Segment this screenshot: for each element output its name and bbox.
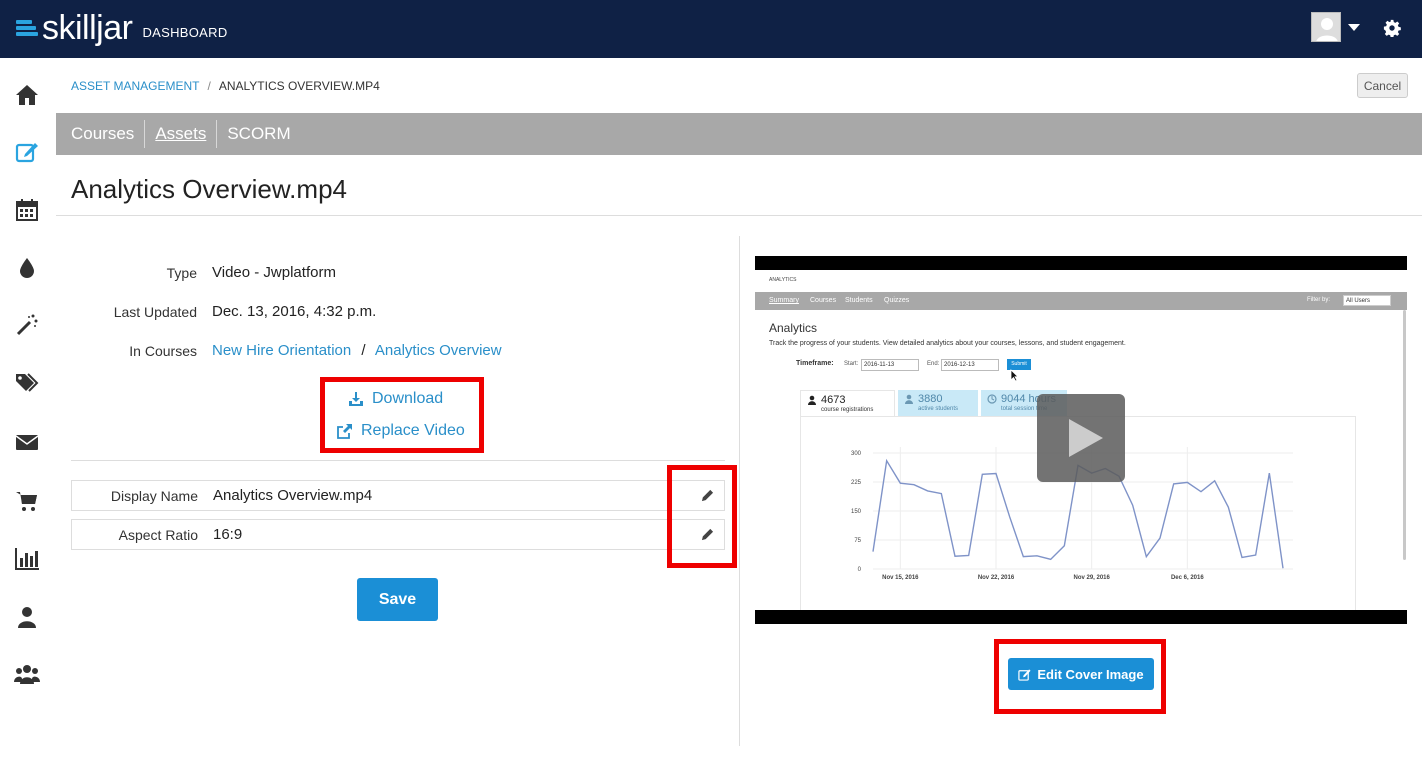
page-title: Analytics Overview.mp4: [71, 174, 347, 204]
chart-x-tick-label: Dec 6, 2016: [1171, 575, 1204, 581]
video-description: Track the progress of your students. Vie…: [769, 340, 1126, 347]
aspect-ratio-value: 16:9: [213, 526, 243, 543]
sub-navigation: Courses Assets SCORM: [56, 113, 1422, 155]
calendar-icon[interactable]: [14, 197, 40, 223]
course-link-new-hire-orientation[interactable]: New Hire Orientation: [212, 342, 351, 359]
column-divider: [739, 236, 740, 746]
aspect-ratio-row: Aspect Ratio 16:9: [71, 519, 725, 550]
logo-mark-icon: [16, 18, 38, 38]
title-divider: [56, 215, 1422, 216]
chevron-down-icon[interactable]: [1348, 24, 1360, 31]
video-start-label: Start:: [844, 361, 859, 367]
save-button[interactable]: Save: [357, 578, 438, 621]
video-filter-label: Filter by:: [1307, 297, 1331, 303]
display-name-value: Analytics Overview.mp4: [213, 487, 373, 504]
course-link-analytics-overview[interactable]: Analytics Overview: [375, 342, 502, 359]
video-stat-registrations: 4673 course registrations: [800, 390, 895, 417]
cart-icon[interactable]: [14, 488, 40, 514]
home-icon[interactable]: [14, 82, 40, 108]
video-filter-select: All Users: [1343, 295, 1391, 306]
video-tab-summary: Summary: [769, 297, 799, 304]
video-end-input: 2016-12-13: [941, 359, 999, 371]
tab-courses[interactable]: Courses: [71, 120, 146, 148]
clock-icon: [987, 394, 997, 404]
last-updated-label: Last Updated: [113, 304, 197, 320]
logo-dashboard-label: DASHBOARD: [142, 24, 228, 40]
video-tab-students: Students: [845, 297, 873, 304]
top-bar: skilljar DASHBOARD: [0, 0, 1422, 58]
video-player[interactable]: ANALYTICS Summary Courses Students Quizz…: [755, 256, 1407, 624]
video-scrollbar: [1403, 310, 1406, 560]
video-end-label: End:: [927, 361, 940, 367]
video-start-input: 2016-11-13: [861, 359, 919, 371]
play-button[interactable]: [1037, 394, 1125, 482]
highlight-box-edit-cover: [994, 639, 1166, 714]
breadcrumb-separator: /: [207, 79, 211, 93]
stat-number: 3880: [918, 393, 943, 405]
chart-y-tick-label: 300: [851, 451, 862, 457]
avatar[interactable]: [1311, 12, 1341, 42]
video-tab-quizzes: Quizzes: [884, 297, 910, 304]
chart-y-tick-label: 150: [851, 509, 862, 515]
in-courses-value: New Hire Orientation / Analytics Overvie…: [212, 342, 502, 359]
breadcrumb-current: ANALYTICS OVERVIEW.MP4: [218, 79, 380, 93]
logo-wordmark: skilljar: [42, 9, 133, 47]
video-stat-active-students: 3880 active students: [898, 390, 978, 417]
chart-x-tick-label: Nov 15, 2016: [882, 575, 919, 581]
tags-icon[interactable]: [14, 370, 40, 396]
type-value: Video - Jwplatform: [212, 264, 336, 281]
last-updated-value: Dec. 13, 2016, 4:32 p.m.: [212, 303, 377, 320]
video-tab-courses: Courses: [810, 297, 837, 304]
video-top-label: ANALYTICS: [769, 277, 797, 283]
bar-chart-icon[interactable]: [14, 546, 40, 572]
highlight-box-edit-pencils: [667, 465, 737, 568]
chart-y-tick-label: 0: [858, 567, 862, 573]
aspect-ratio-label: Aspect Ratio: [118, 527, 198, 543]
stat-number: 4673: [821, 394, 846, 406]
tab-assets[interactable]: Assets: [145, 120, 218, 148]
user-icon: [808, 395, 816, 405]
edit-icon[interactable]: [14, 139, 40, 165]
stat-label: active students: [918, 406, 959, 412]
type-label: Type: [166, 265, 197, 281]
user-icon[interactable]: [14, 604, 40, 630]
video-subnav: Summary Courses Students Quizzes Filter …: [755, 292, 1407, 310]
breadcrumb-asset-management-link[interactable]: ASSET MANAGEMENT: [71, 79, 199, 93]
users-group-icon[interactable]: [14, 661, 40, 687]
tab-scorm[interactable]: SCORM: [217, 120, 300, 148]
breadcrumb: ASSET MANAGEMENT / ANALYTICS OVERVIEW.MP4: [71, 79, 380, 93]
drop-icon[interactable]: [14, 255, 40, 281]
chart-y-tick-label: 225: [851, 480, 862, 486]
stat-label: course registrations: [821, 407, 874, 413]
sidebar: [0, 58, 55, 769]
in-courses-label: In Courses: [129, 343, 197, 359]
display-name-label: Display Name: [110, 488, 198, 504]
course-separator: /: [361, 342, 366, 359]
display-name-row: Display Name Analytics Overview.mp4: [71, 480, 725, 511]
user-avatar-icon: [1316, 18, 1338, 41]
chart-x-tick-label: Nov 29, 2016: [1073, 575, 1110, 581]
chart-x-tick-label: Nov 22, 2016: [978, 575, 1015, 581]
details-divider: [71, 460, 725, 461]
cancel-button[interactable]: Cancel: [1357, 73, 1408, 98]
gear-icon[interactable]: [1383, 19, 1401, 37]
envelope-icon[interactable]: [14, 429, 40, 455]
video-timeframe-label: Timeframe:: [796, 360, 834, 367]
chart-y-tick-label: 75: [854, 538, 861, 544]
magic-wand-icon[interactable]: [14, 312, 40, 338]
mouse-cursor-icon: [1010, 369, 1019, 382]
highlight-box-actions: [320, 377, 484, 453]
user-icon: [905, 394, 913, 404]
video-heading: Analytics: [769, 321, 818, 335]
skilljar-logo[interactable]: skilljar DASHBOARD: [16, 10, 228, 46]
